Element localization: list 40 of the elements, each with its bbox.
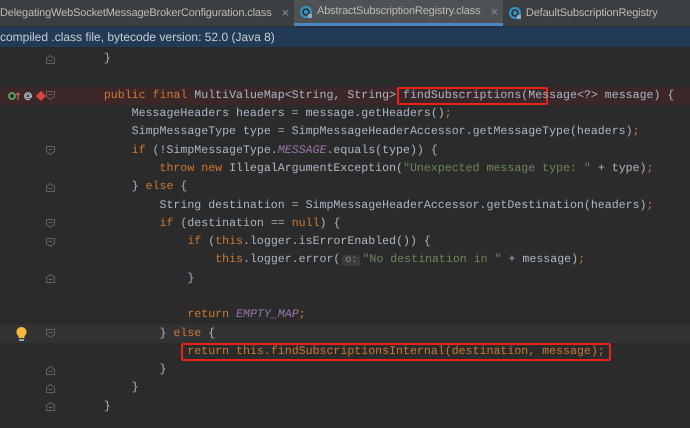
- fold-marker-icon[interactable]: [46, 146, 55, 156]
- code-line: } else {: [158, 326, 216, 342]
- fold-marker-icon[interactable]: [46, 329, 55, 338]
- code-line: if (this.logger.isErrorEnabled()) {: [186, 234, 431, 250]
- fold-marker-icon[interactable]: [46, 182, 55, 192]
- code-line: this.logger.error( o: "No destination in " + message);: [214, 252, 586, 268]
- annotated-code: return this.findSubscriptionsInternal(destination, message);: [181, 342, 611, 361]
- fold-marker-icon[interactable]: [46, 219, 55, 228]
- fold-marker-icon[interactable]: [46, 91, 55, 100]
- code-line: }: [186, 270, 194, 287]
- code-text: MultiValueMap<String, String>: [194, 88, 398, 104]
- annotation-icon[interactable]: [23, 90, 33, 101]
- override-icon[interactable]: [8, 90, 20, 101]
- editor-tab[interactable]: AbstractSubscriptionRegistry.class ×: [294, 0, 503, 26]
- lightbulb-icon[interactable]: [16, 326, 27, 341]
- code-text: public final: [102, 88, 188, 104]
- fold-marker-icon[interactable]: [46, 54, 55, 64]
- code-line: }: [102, 398, 111, 415]
- fold-marker-icon[interactable]: [46, 274, 55, 284]
- code-line: }: [130, 380, 139, 396]
- fold-marker-icon[interactable]: [46, 366, 55, 375]
- code-line: }: [158, 362, 166, 378]
- code-line: SimpMessageType type = SimpMessageHeaderAccessor.getMessageType(headers);: [130, 124, 640, 140]
- code-line: } else {: [130, 179, 188, 196]
- fold-marker-icon[interactable]: [46, 402, 55, 412]
- fold-marker-icon[interactable]: [46, 238, 55, 247]
- code-line: MessageHeaders headers = message.getHeaders();: [130, 106, 452, 122]
- code-line: if (!SimpMessageType.MESSAGE.equals(type)) {: [130, 142, 438, 159]
- close-icon[interactable]: ×: [490, 2, 498, 22]
- editor-tab[interactable]: DelegatingWebSocketMessageBrokerConfiguration.class ×: [0, 0, 294, 26]
- breakpoint-icon[interactable]: [36, 90, 46, 101]
- decompiled-banner: compiled .class file, bytecode version: 52.0 (Java 8): [0, 27, 690, 47]
- code-line: throw new IllegalArgumentException("Unexpected message type: " + type);: [158, 160, 654, 177]
- code-line: }: [102, 51, 111, 68]
- code-line: String destination = SimpMessageHeaderAccessor.getDestination(headers);: [158, 198, 654, 214]
- code-line: return EMPTY_MAP;: [186, 307, 306, 324]
- editor-tab[interactable]: DefaultSubscriptionRegistry: [502, 0, 663, 26]
- code-line: if (destination == null) {: [158, 216, 340, 232]
- fold-marker-icon[interactable]: [46, 384, 55, 393]
- close-icon[interactable]: ×: [282, 3, 290, 23]
